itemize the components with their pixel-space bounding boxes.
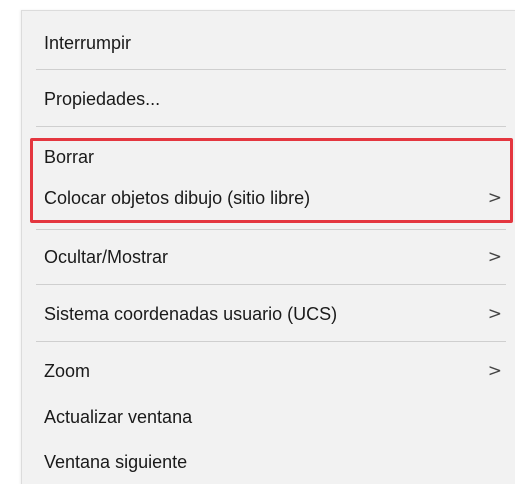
chevron-right-icon: > — [487, 188, 502, 208]
menu-item-label: Interrumpir — [44, 32, 132, 53]
menu-item-label: Ocultar/Mostrar — [44, 246, 169, 267]
menu-item-label: Colocar objetos dibujo (sitio libre) — [44, 187, 311, 208]
menu-item-label: Sistema coordenadas usuario (UCS) — [44, 303, 338, 324]
menu-item-zoom[interactable]: Zoom > — [22, 352, 514, 390]
menu-separator — [36, 284, 506, 285]
menu-item-label: Ventana siguiente — [44, 451, 188, 472]
menu-item-propiedades[interactable]: Propiedades... — [22, 80, 514, 118]
menu-item-ocultar-mostrar[interactable]: Ocultar/Mostrar > — [22, 238, 514, 276]
menu-separator — [36, 229, 506, 230]
menu-item-ventana-siguiente[interactable]: Ventana siguiente — [22, 443, 514, 481]
menu-item-colocar-objetos-dibujo[interactable]: Colocar objetos dibujo (sitio libre) > — [22, 179, 514, 217]
chevron-right-icon: > — [487, 247, 502, 267]
menu-item-label: Actualizar ventana — [44, 406, 193, 427]
menu-item-actualizar-ventana[interactable]: Actualizar ventana — [22, 398, 514, 436]
chevron-right-icon: > — [487, 361, 502, 381]
menu-item-label: Propiedades... — [44, 88, 161, 109]
menu-separator — [36, 69, 506, 70]
menu-item-label: Borrar — [44, 146, 95, 167]
menu-item-borrar[interactable]: Borrar — [22, 138, 514, 176]
menu-separator — [36, 126, 506, 127]
menu-item-label: Zoom — [44, 360, 91, 381]
menu-separator — [36, 341, 506, 342]
chevron-right-icon: > — [487, 304, 502, 324]
menu-item-interrumpir[interactable]: Interrumpir — [22, 24, 514, 62]
context-menu: Interrumpir Propiedades... Borrar Coloca… — [21, 10, 515, 484]
menu-item-sistema-coordenadas-usuario[interactable]: Sistema coordenadas usuario (UCS) > — [22, 295, 514, 333]
